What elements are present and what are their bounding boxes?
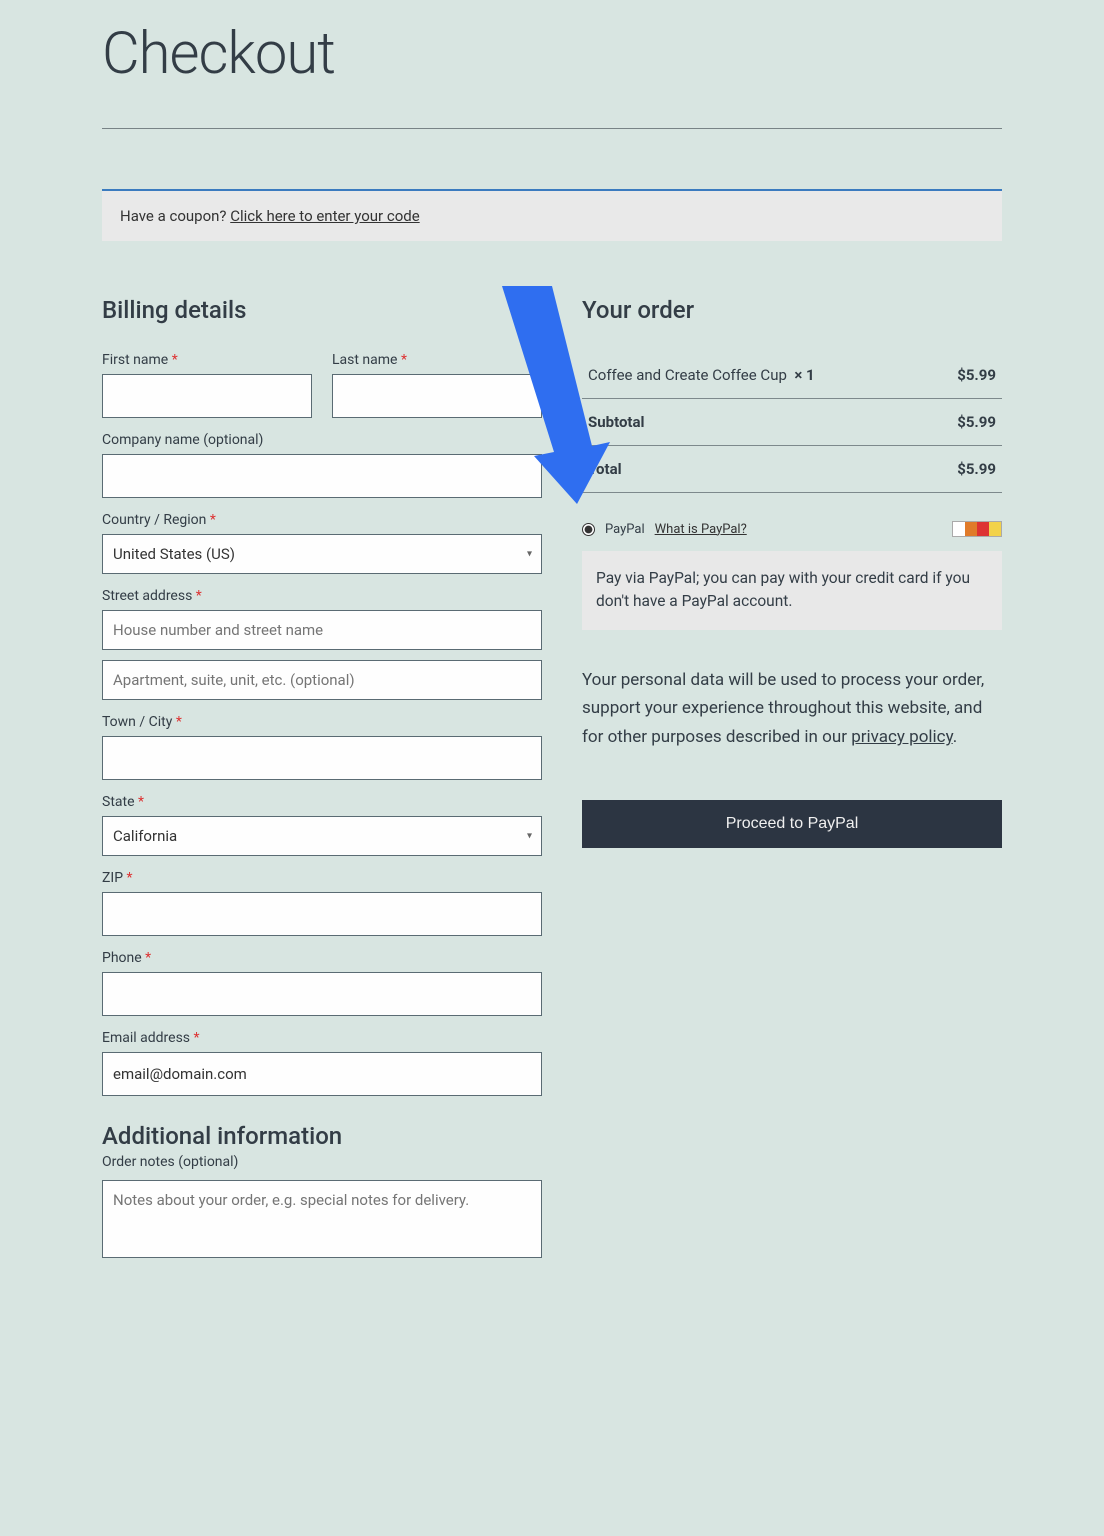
paypal-radio[interactable] <box>582 523 595 536</box>
payment-method-label: PayPal <box>605 522 645 537</box>
last-name-input[interactable] <box>332 374 542 418</box>
zip-input[interactable] <box>102 892 542 936</box>
paypal-cards-icon <box>952 521 1002 537</box>
company-input[interactable] <box>102 454 542 498</box>
divider <box>102 128 1002 129</box>
phone-label: Phone * <box>102 950 542 966</box>
country-label: Country / Region * <box>102 512 542 528</box>
subtotal-value: $5.99 <box>928 399 1002 446</box>
order-item-row: Coffee and Create Coffee Cup × 1 $5.99 <box>582 352 1002 399</box>
order-item-price: $5.99 <box>928 352 1002 399</box>
last-name-label: Last name * <box>332 352 542 368</box>
order-title: Your order <box>582 296 1002 324</box>
subtotal-label: Subtotal <box>582 399 928 446</box>
privacy-text: Your personal data will be used to proce… <box>582 666 1002 753</box>
proceed-button[interactable]: Proceed to PayPal <box>582 800 1002 848</box>
state-select[interactable]: California <box>102 816 542 856</box>
first-name-label: First name * <box>102 352 312 368</box>
payment-description: Pay via PayPal; you can pay with your cr… <box>582 551 1002 630</box>
street-label: Street address * <box>102 588 542 604</box>
page-title: Checkout <box>102 0 1002 128</box>
first-name-input[interactable] <box>102 374 312 418</box>
order-total-row: Total $5.99 <box>582 446 1002 493</box>
what-is-paypal-link[interactable]: What is PayPal? <box>655 522 747 537</box>
order-table: Coffee and Create Coffee Cup × 1 $5.99 S… <box>582 352 1002 493</box>
order-item-qty: × 1 <box>794 366 814 384</box>
total-label: Total <box>582 446 928 493</box>
order-item-name: Coffee and Create Coffee Cup <box>588 366 787 384</box>
company-label: Company name (optional) <box>102 432 542 448</box>
coupon-link[interactable]: Click here to enter your code <box>230 207 419 225</box>
state-label: State * <box>102 794 542 810</box>
country-select[interactable]: United States (US) <box>102 534 542 574</box>
zip-label: ZIP * <box>102 870 542 886</box>
city-label: Town / City * <box>102 714 542 730</box>
privacy-policy-link[interactable]: privacy policy <box>851 727 953 747</box>
order-subtotal-row: Subtotal $5.99 <box>582 399 1002 446</box>
email-input[interactable] <box>102 1052 542 1096</box>
total-value: $5.99 <box>928 446 1002 493</box>
coupon-prompt: Have a coupon? <box>120 207 230 225</box>
phone-input[interactable] <box>102 972 542 1016</box>
street2-input[interactable] <box>102 660 542 700</box>
email-label: Email address * <box>102 1030 542 1046</box>
street1-input[interactable] <box>102 610 542 650</box>
additional-title: Additional information <box>102 1122 542 1150</box>
order-notes-label: Order notes (optional) <box>102 1154 542 1170</box>
order-notes-textarea[interactable] <box>102 1180 542 1258</box>
city-input[interactable] <box>102 736 542 780</box>
payment-method-row: PayPal What is PayPal? <box>582 521 1002 537</box>
billing-title: Billing details <box>102 296 542 324</box>
coupon-notice: Have a coupon? Click here to enter your … <box>102 189 1002 241</box>
